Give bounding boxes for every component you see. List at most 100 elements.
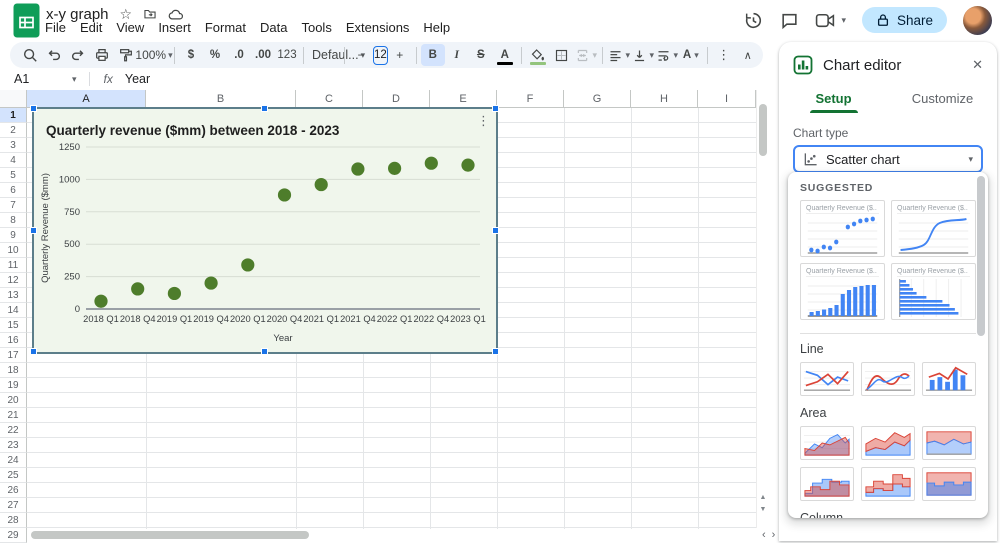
column-header-G[interactable]: G [564,90,631,108]
row-header-24[interactable]: 24 [0,453,27,468]
row-header-13[interactable]: 13 [0,288,27,303]
suggested-column-thumbnail[interactable]: Quarterly Revenue ($.. [800,263,885,320]
version-history-icon[interactable] [743,10,764,31]
row-header-18[interactable]: 18 [0,363,27,378]
horizontal-scrollbar-thumb[interactable] [31,531,309,539]
menu-view[interactable]: View [109,20,151,36]
row-header-19[interactable]: 19 [0,378,27,393]
row-header-14[interactable]: 14 [0,303,27,318]
row-header-12[interactable]: 12 [0,273,27,288]
selection-handle[interactable] [30,348,37,355]
selection-handle[interactable] [30,105,37,112]
undo-icon[interactable] [42,44,66,66]
vertical-scrollbar-thumb[interactable] [759,104,767,156]
selection-handle[interactable] [492,105,499,112]
column-header-B[interactable]: B [146,90,296,108]
redo-icon[interactable] [66,44,90,66]
decrease-decimal-button[interactable]: .0 [227,44,251,66]
row-header-20[interactable]: 20 [0,393,27,408]
column-header-D[interactable]: D [363,90,430,108]
chart-menu-icon[interactable]: ⋮ [477,113,490,129]
menu-tools[interactable]: Tools [294,20,338,36]
row-header-11[interactable]: 11 [0,258,27,273]
suggested-bar-thumbnail[interactable]: Quarterly Revenue ($.. [891,263,976,320]
selection-handle[interactable] [492,227,499,234]
row-header-22[interactable]: 22 [0,423,27,438]
suggested-scatter-thumbnail[interactable]: Quarterly Revenue ($.. [800,200,885,257]
comments-icon[interactable] [780,11,799,30]
meet-video-icon[interactable]: ▾ [815,12,846,29]
menu-extensions[interactable]: Extensions [339,20,417,36]
row-header-9[interactable]: 9 [0,228,27,243]
menu-data[interactable]: Data [253,20,294,36]
text-color-button[interactable]: A [493,44,517,66]
area-chart-thumbnail[interactable] [800,426,854,460]
zoom-control[interactable]: 100% ▾ [138,44,170,66]
strikethrough-button[interactable]: S [469,44,493,66]
bold-button[interactable]: B [421,44,445,66]
row-header-25[interactable]: 25 [0,468,27,483]
row-header-7[interactable]: 7 [0,198,27,213]
combo-chart-thumbnail[interactable] [922,362,976,396]
suggested-line-thumbnail[interactable]: Quarterly Revenue ($.. [891,200,976,257]
search-icon[interactable] [18,44,42,66]
collapse-toolbar-button[interactable]: ∧ [736,44,760,66]
print-icon[interactable] [90,44,114,66]
paint-format-icon[interactable] [114,44,138,66]
hundred-percent-area-chart-thumbnail[interactable] [922,426,976,460]
italic-button[interactable]: I [445,44,469,66]
merge-cells-button[interactable]: ▾ [574,44,598,66]
move-folder-icon[interactable] [143,7,157,21]
font-family-control[interactable]: Defaul... ▾ [308,44,340,66]
stacked-area-chart-thumbnail[interactable] [861,426,915,460]
vertical-scrollbar[interactable]: ▲ ▼ [756,90,768,528]
select-all-corner[interactable] [0,90,27,108]
scroll-down-icon[interactable]: ▼ [759,506,767,514]
row-header-1[interactable]: 1 [0,108,27,123]
hundred-percent-stepped-area-chart-thumbnail[interactable] [922,467,976,501]
row-header-15[interactable]: 15 [0,318,27,333]
row-header-28[interactable]: 28 [0,513,27,528]
sheets-logo[interactable] [13,3,40,38]
name-box-caret-icon[interactable]: ▾ [72,75,77,84]
row-header-3[interactable]: 3 [0,138,27,153]
row-header-26[interactable]: 26 [0,483,27,498]
column-header-H[interactable]: H [631,90,698,108]
name-box[interactable]: A1 [0,72,72,86]
column-header-A[interactable]: A [27,90,146,108]
row-header-21[interactable]: 21 [0,408,27,423]
row-header-2[interactable]: 2 [0,123,27,138]
meet-caret-icon[interactable]: ▾ [841,16,846,25]
row-header-27[interactable]: 27 [0,498,27,513]
menu-edit[interactable]: Edit [73,20,109,36]
decrease-font-size-button[interactable]: − [349,44,373,66]
line-chart-thumbnail[interactable] [800,362,854,396]
dropdown-scrollbar-thumb[interactable] [977,176,985,336]
tab-customize[interactable]: Customize [888,84,997,113]
close-icon[interactable]: ✕ [972,57,983,73]
selection-handle[interactable] [492,348,499,355]
column-header-I[interactable]: I [698,90,756,108]
scroll-left-icon[interactable]: ‹ [762,529,772,541]
stepped-area-chart-thumbnail[interactable] [800,467,854,501]
stacked-stepped-area-chart-thumbnail[interactable] [861,467,915,501]
horizontal-align-button[interactable]: ▾ [607,44,631,66]
row-header-8[interactable]: 8 [0,213,27,228]
text-rotation-button[interactable]: A ▾ [679,44,703,66]
menu-insert[interactable]: Insert [151,20,198,36]
formula-input[interactable]: Year [125,72,150,86]
row-header-6[interactable]: 6 [0,183,27,198]
row-header-10[interactable]: 10 [0,243,27,258]
column-header-E[interactable]: E [430,90,497,108]
embedded-chart[interactable]: 0250500750100012502018 Q12018 Q42019 Q12… [32,107,498,354]
scroll-up-icon[interactable]: ▲ [759,494,767,502]
smooth-line-chart-thumbnail[interactable] [861,362,915,396]
increase-font-size-button[interactable]: + [388,44,412,66]
star-icon[interactable]: ☆ [120,7,133,21]
selection-handle[interactable] [30,227,37,234]
menu-format[interactable]: Format [198,20,253,36]
vertical-align-button[interactable]: ▾ [631,44,655,66]
tab-setup[interactable]: Setup [779,84,888,113]
more-toolbar-options-button[interactable]: ⋮ [712,44,736,66]
format-percent-button[interactable]: % [203,44,227,66]
